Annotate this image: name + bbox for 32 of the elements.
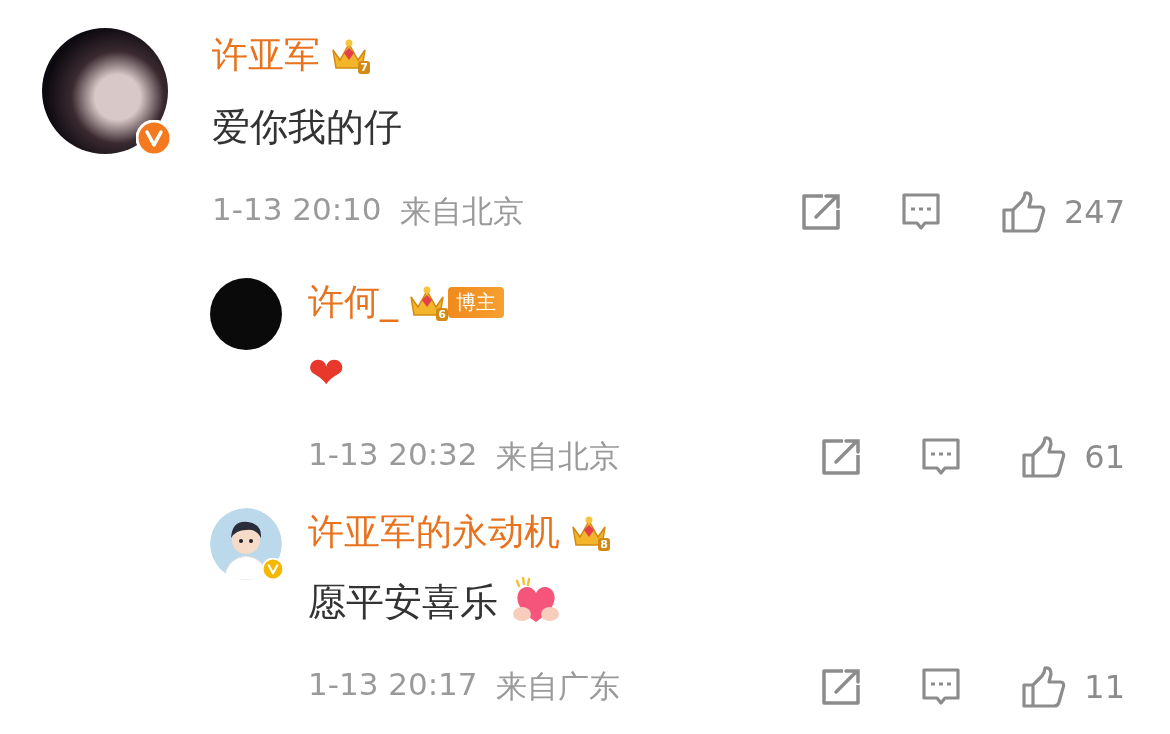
comment-time: 1-13 20:32: [308, 436, 478, 474]
thumbs-up-icon: [1021, 435, 1068, 479]
like-button[interactable]: 61: [1021, 435, 1125, 479]
username[interactable]: 许何_: [308, 277, 398, 327]
level-number: 8: [598, 538, 610, 551]
crown-icon: [330, 38, 368, 72]
like-button[interactable]: 11: [1021, 665, 1125, 709]
share-icon[interactable]: [800, 193, 841, 231]
username[interactable]: 许亚军的永动机: [308, 507, 560, 557]
comment-icon[interactable]: [921, 437, 962, 477]
comment-icon[interactable]: [921, 667, 962, 707]
crown-icon: [570, 515, 608, 549]
comment-text: 愿平安喜乐: [308, 578, 498, 626]
comment-icon[interactable]: [900, 192, 941, 232]
thumbs-up-icon: [1000, 190, 1047, 234]
blogger-tag: 博主: [448, 286, 504, 318]
cartoon-avatar[interactable]: [210, 508, 282, 580]
share-icon[interactable]: [821, 668, 862, 706]
thumbs-up-icon: [1021, 665, 1068, 709]
comment-location: 来自北京: [495, 437, 620, 476]
comment-time: 1-13 20:17: [308, 666, 478, 704]
username[interactable]: 许亚军: [212, 30, 320, 80]
share-icon[interactable]: [821, 438, 862, 476]
comment-location: 来自北京: [399, 192, 524, 231]
comment-text: 爱你我的仔: [212, 103, 402, 151]
comment-location: 来自广东: [495, 667, 620, 706]
level-number: 7: [358, 61, 370, 74]
level-number: 6: [436, 308, 448, 321]
comment-time: 1-13 20:10: [212, 191, 382, 229]
like-button[interactable]: 247: [1000, 190, 1125, 234]
crown-icon: [408, 285, 446, 319]
comment-text: ❤: [308, 346, 345, 398]
